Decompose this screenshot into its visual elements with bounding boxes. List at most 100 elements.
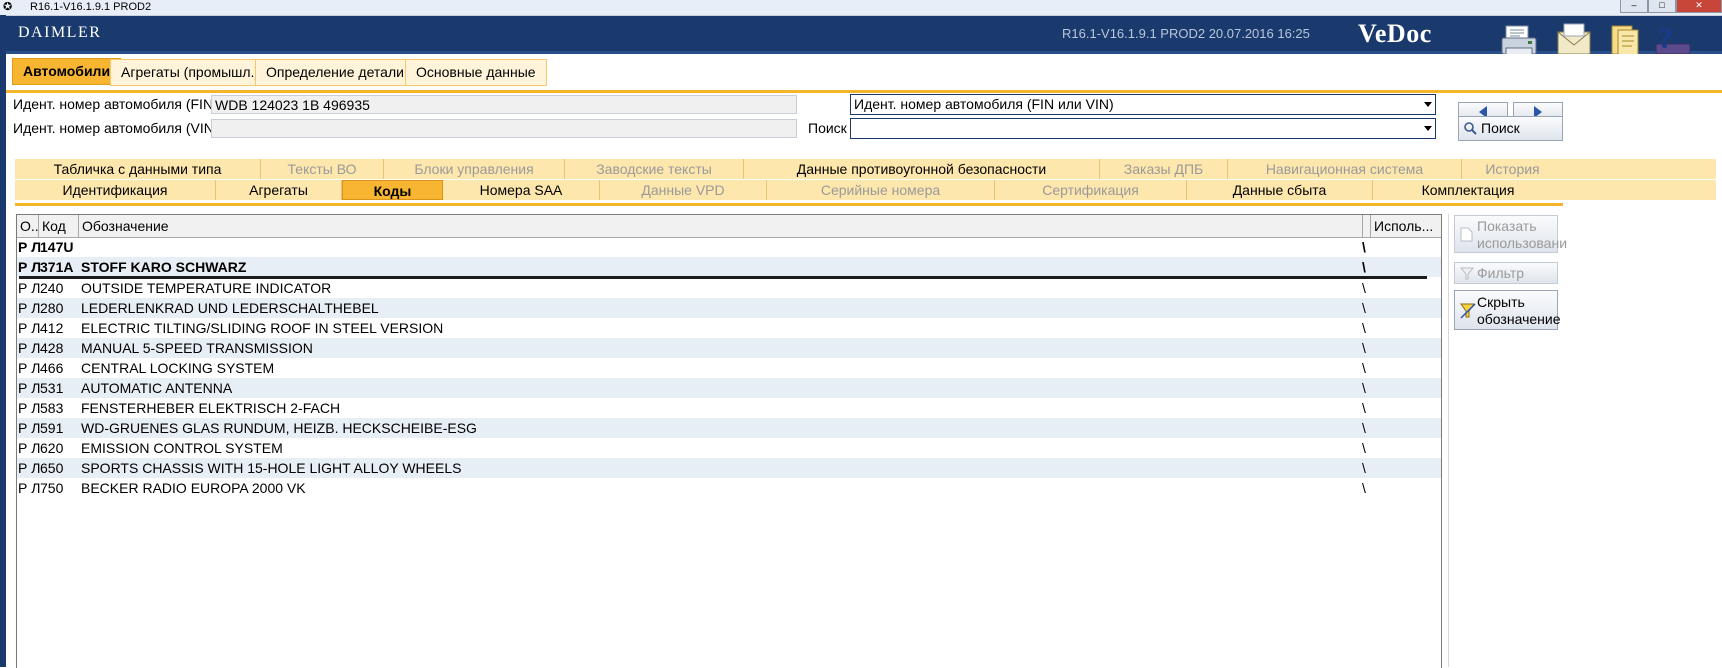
filter-button[interactable]: Фильтр [1454,262,1558,284]
table-row[interactable]: Р Л 466 CENTRAL LOCKING SYSTEM \ [17,358,1441,378]
column-header-use[interactable]: Исполь... [1371,215,1441,237]
table-row[interactable]: Р Л 591 WD-GRUENES GLAS RUNDUM, HEIZB. HEC… [17,418,1441,438]
tab-bo-texts[interactable]: Тексты ВО [261,159,384,179]
row-origin: Р Л [18,320,41,336]
row-usage: \ [1362,320,1366,336]
tab-control-units[interactable]: Блоки управления [384,159,565,179]
row-designation: CENTRAL LOCKING SYSTEM [81,360,275,376]
row-designation [81,237,1351,257]
row-usage: \ [1362,300,1366,316]
document-icon [1460,227,1473,242]
mercedes-star-icon: ✪ [3,1,13,13]
row-usage: \ [1362,380,1366,396]
row-origin: Р Л [18,420,41,436]
row-code: 147U [40,239,74,255]
row-origin: Р Л [18,340,41,356]
tab-equipment[interactable]: Комплектация [1373,180,1563,200]
vin-label: Идент. номер автомобиля (VIN) [13,120,219,136]
row-code: 412 [40,320,64,336]
search-input[interactable] [850,118,1436,139]
row-code: 591 [40,420,64,436]
row-designation: SPORTS CHASSIS WITH 15-HOLE LIGHT ALLOY … [81,460,462,476]
tab-antitheft-data[interactable]: Данные противоугонной безопасности [744,159,1100,179]
maximize-button[interactable]: □ [1648,0,1676,13]
brand-logo: DAIMLER [18,24,102,41]
table-row[interactable]: Р Л 412 ELECTRIC TILTING/SLIDING ROOF IN S… [17,318,1441,338]
row-usage: \ [1362,360,1366,376]
tab-aggregates-industrial[interactable]: Агрегаты (промышл.) [110,59,271,86]
tab-saa-numbers[interactable]: Номера SAA [443,180,600,200]
main-tabbar-underline [6,90,1722,93]
tab-vehicles[interactable]: Автомобили [12,58,122,85]
tab-part-identification[interactable]: Определение детали [255,59,415,86]
column-header-designation[interactable]: Обозначение [79,215,1363,237]
column-header-spacer [1363,215,1371,237]
filter-icon [1460,303,1476,319]
id-type-select[interactable]: Идент. номер автомобиля (FIN или VIN) [850,94,1436,115]
subtabs-row-2: Идентификация Агрегаты Коды Номера SAA Д… [15,180,1716,200]
product-logo: VeDoc [1358,19,1432,48]
row-origin: Р Л [18,380,41,396]
tab-certification[interactable]: Сертификация [995,180,1187,200]
fin-label: Идент. номер автомобиля (FIN) [13,96,218,112]
tab-factory-texts[interactable]: Заводские тексты [565,159,744,179]
close-button[interactable]: ✕ [1676,0,1722,13]
tab-master-data[interactable]: Основные данные [405,59,547,86]
row-code: 620 [40,440,64,456]
row-usage: \ [1362,280,1366,296]
search-button-label: Поиск [1481,120,1520,136]
column-header-code[interactable]: Код [39,215,79,237]
row-usage: \ [1362,340,1366,356]
table-row[interactable]: Р Л 531 AUTOMATIC ANTENNA \ [17,378,1441,398]
row-code: 531 [40,380,64,396]
row-usage: \ [1362,440,1366,456]
table-row[interactable]: Р Л 650 SPORTS CHASSIS WITH 15-HOLE LIGHT … [17,458,1441,478]
hide-designation-button[interactable]: Скрыть обозначение [1454,290,1561,330]
table-row[interactable]: Р Л 280 LEDERLENKRAD UND LEDERSCHALTHEBEL \ [17,298,1441,318]
row-origin: Р Л [18,360,41,376]
codes-table: О... Код Обозначение Исполь... Р Л147U\Р… [16,214,1442,668]
search-button[interactable]: Поиск [1458,116,1563,141]
table-row[interactable]: Р Л 428 MANUAL 5-SPEED TRANSMISSION \ [17,338,1441,358]
show-usage-button[interactable]: Показать использовани [1454,215,1568,253]
table-row[interactable]: Р Л 147U \ [17,237,1441,257]
row-code: 650 [40,460,64,476]
minimize-button[interactable]: – [1620,0,1648,13]
table-row[interactable]: Р Л 371A STOFF KARO SCHWARZ \ [17,257,1441,277]
svg-text:?: ? [1658,22,1673,55]
table-row[interactable]: Р Л 750 BECKER RADIO EUROPA 2000 VK \ [17,478,1441,498]
search-icon [1464,122,1477,135]
column-header-o[interactable]: О... [17,215,39,237]
row-designation: WD-GRUENES GLAS RUNDUM, HEIZB. HECKSCHEI… [81,420,477,436]
table-row[interactable]: Р Л 583 FENSTERHEBER ELEKTRISCH 2-FACH \ [17,398,1441,418]
row-code: 583 [40,400,64,416]
row-designation: ELECTRIC TILTING/SLIDING ROOF IN STEEL V… [81,320,444,336]
row-usage: \ [1362,480,1366,496]
row-designation: EMISSION CONTROL SYSTEM [81,440,283,456]
tab-serial-numbers[interactable]: Серийные номера [767,180,995,200]
table-row[interactable]: Р Л 620 EMISSION CONTROL SYSTEM \ [17,438,1441,458]
row-code: 371A [40,259,74,275]
tab-dpb-orders[interactable]: Заказы ДПБ [1100,159,1228,179]
row-origin: Р Л [18,259,42,275]
table-row[interactable]: Р Л 240 OUTSIDE TEMPERATURE INDICATOR \ [17,278,1441,298]
tab-aggregates[interactable]: Агрегаты [216,180,342,200]
row-origin: Р Л [18,400,41,416]
row-usage: \ [1362,400,1366,416]
show-usage-label: Показать использовани [1477,218,1568,251]
tab-navigation-system[interactable]: Навигационная система [1228,159,1462,179]
subtabs-underline [15,203,1563,206]
row-code: 240 [40,280,64,296]
hide-designation-label: Скрыть обозначение [1477,294,1561,327]
vin-field[interactable] [211,119,797,138]
tab-sales-data[interactable]: Данные сбыта [1187,180,1373,200]
tab-vpd-data[interactable]: Данные VPD [600,180,767,200]
tab-type-plate[interactable]: Табличка с данными типа [15,159,261,179]
tab-history[interactable]: История [1462,159,1563,179]
row-origin: Р Л [18,440,41,456]
tab-identification[interactable]: Идентификация [15,180,216,200]
row-usage: \ [1362,259,1366,275]
tab-codes[interactable]: Коды [342,180,443,200]
left-frame-strip [0,15,6,667]
fin-field[interactable]: WDB 124023 1B 496935 [211,95,797,114]
